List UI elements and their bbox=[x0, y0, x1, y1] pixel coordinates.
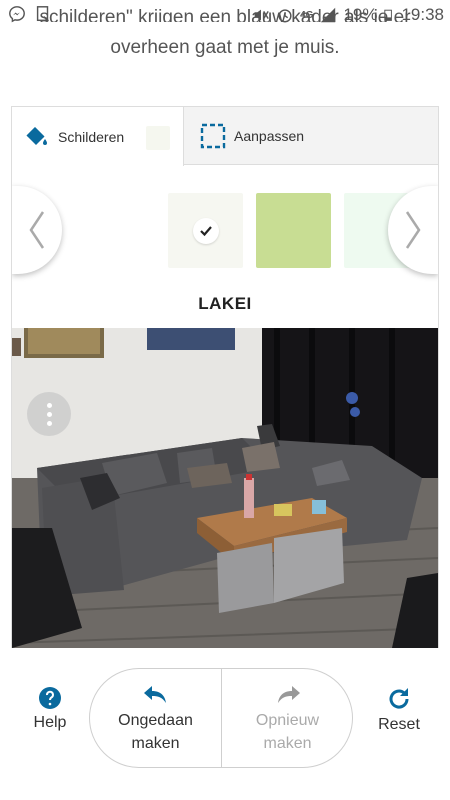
tab-bar: Schilderen Aanpassen bbox=[12, 107, 438, 166]
reset-icon bbox=[389, 688, 409, 709]
color-swatch[interactable] bbox=[256, 193, 331, 268]
help-button[interactable]: Help bbox=[15, 686, 85, 732]
reset-button[interactable]: Reset bbox=[364, 686, 434, 734]
undo-label-line2: maken bbox=[131, 735, 180, 752]
chevron-right-icon bbox=[405, 211, 421, 249]
reset-label: Reset bbox=[378, 716, 420, 733]
redo-label-line2: maken bbox=[263, 735, 312, 752]
undo-label-line1: Ongedaan bbox=[118, 712, 193, 729]
selected-color-name: LAKEI bbox=[198, 294, 252, 313]
chevron-left-icon bbox=[29, 211, 45, 249]
redo-arrow-icon bbox=[277, 686, 300, 703]
checkmark-icon bbox=[192, 217, 219, 244]
photo-menu-button[interactable] bbox=[27, 392, 71, 436]
intro-line-1: schilderen" krijgen een blauw kader als … bbox=[39, 7, 411, 22]
menu-dot-icon bbox=[46, 411, 52, 417]
selection-frame-icon bbox=[200, 123, 226, 149]
color-swatch-carousel: LAKEI bbox=[12, 166, 438, 326]
current-color-preview bbox=[146, 126, 170, 150]
undo-arrow-icon bbox=[143, 686, 166, 703]
tab-adjust[interactable]: Aanpassen bbox=[200, 107, 420, 165]
help-label: Help bbox=[33, 714, 67, 731]
intro-text: schilderen" krijgen een blauw kader als … bbox=[0, 7, 450, 64]
tab-paint-label: Schilderen bbox=[58, 128, 125, 145]
paint-bucket-icon bbox=[26, 126, 47, 145]
room-photo-image bbox=[12, 328, 438, 648]
tab-adjust-label: Aanpassen bbox=[234, 128, 305, 144]
menu-dot-icon bbox=[46, 402, 52, 408]
undo-redo-group: Ongedaan maken Opnieuw maken bbox=[89, 668, 353, 768]
intro-line-2: overheen gaat met je muis. bbox=[110, 37, 340, 58]
redo-label-line1: Opnieuw bbox=[255, 712, 320, 729]
bottom-action-bar: Help Ongedaan maken Opnieuw maken Reset bbox=[0, 660, 450, 780]
color-swatch-selected[interactable] bbox=[168, 193, 243, 268]
room-photo[interactable] bbox=[12, 328, 438, 648]
undo-button[interactable]: Ongedaan maken bbox=[90, 669, 221, 767]
redo-button[interactable]: Opnieuw maken bbox=[222, 669, 353, 767]
help-icon bbox=[39, 687, 61, 709]
carousel-prev-button[interactable] bbox=[12, 186, 62, 274]
color-visualizer-panel: Schilderen Aanpassen LAKEI bbox=[11, 106, 439, 648]
menu-dot-icon bbox=[46, 420, 52, 426]
